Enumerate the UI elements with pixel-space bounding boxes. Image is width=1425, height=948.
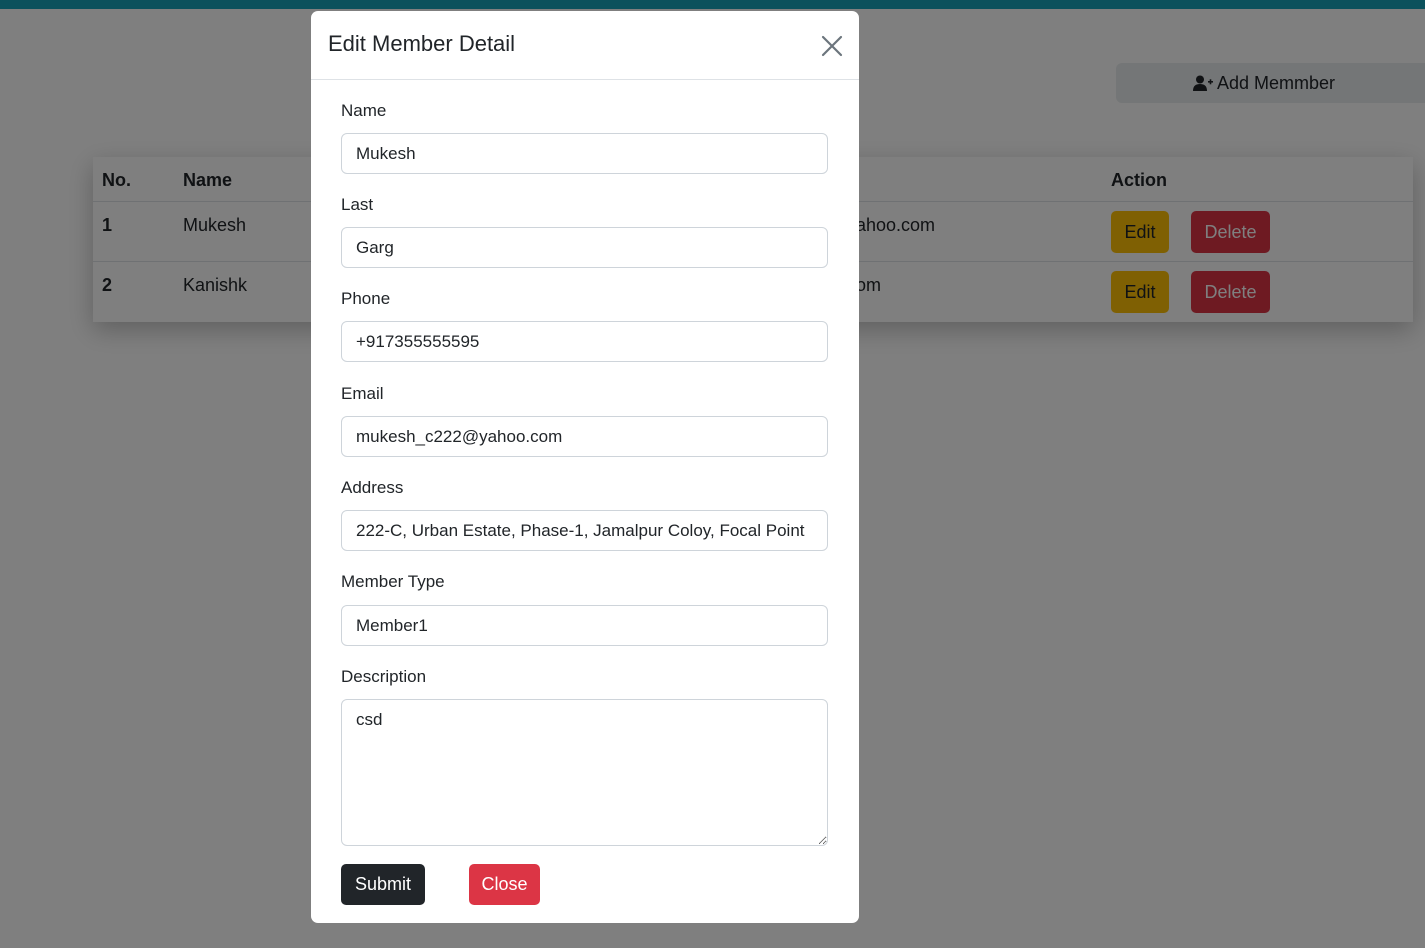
name-label: Name [341, 101, 387, 120]
email-input[interactable] [341, 416, 828, 457]
close-button[interactable]: Close [469, 864, 540, 905]
modal-title: Edit Member Detail [328, 31, 516, 56]
modal-close-button[interactable] [819, 33, 845, 59]
phone-input[interactable] [341, 321, 828, 362]
name-input[interactable] [341, 133, 828, 174]
edit-member-modal: Edit Member Detail Name Last Phone Email… [311, 11, 859, 923]
address-label: Address [341, 478, 404, 497]
description-label: Description [341, 667, 427, 686]
member-type-label: Member Type [341, 572, 445, 591]
last-input[interactable] [341, 227, 828, 268]
member-type-input[interactable] [341, 605, 828, 646]
email-label: Email [341, 384, 384, 403]
address-input[interactable] [341, 510, 828, 551]
submit-button[interactable]: Submit [341, 864, 425, 905]
phone-label: Phone [341, 289, 391, 308]
modal-header: Edit Member Detail [311, 11, 859, 80]
close-icon [821, 35, 843, 57]
description-textarea[interactable]: csd [341, 699, 828, 846]
last-label: Last [341, 195, 374, 214]
